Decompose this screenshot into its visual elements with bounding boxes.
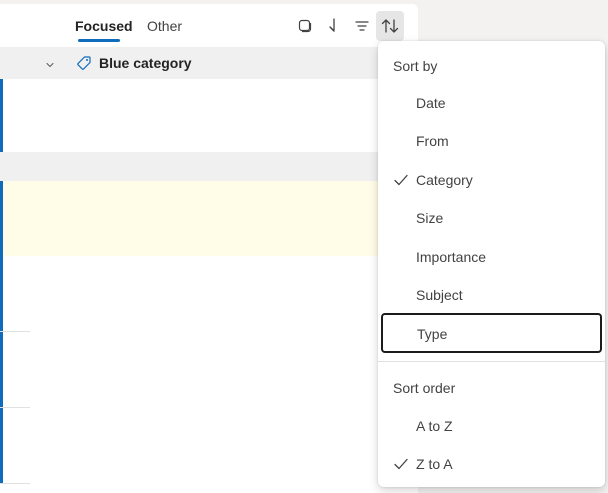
sort-by-date[interactable]: Date bbox=[381, 85, 602, 121]
sort-order-a-to-z[interactable]: A to Z bbox=[381, 408, 602, 444]
sort-by-importance[interactable]: Importance bbox=[381, 239, 602, 275]
group-header-blue-category[interactable]: Blue category bbox=[0, 47, 418, 79]
menu-item-label: Type bbox=[417, 326, 448, 342]
select-button[interactable] bbox=[293, 14, 317, 38]
tag-icon bbox=[76, 55, 92, 76]
chevron-down-icon[interactable] bbox=[45, 57, 55, 75]
jump-to-icon bbox=[325, 17, 341, 35]
row-divider bbox=[0, 483, 30, 484]
unread-indicator bbox=[0, 256, 3, 331]
menu-item-label: Size bbox=[416, 210, 444, 226]
menu-item-label: Date bbox=[416, 95, 446, 111]
sort-by-subject[interactable]: Subject bbox=[381, 277, 602, 313]
jump-to-button[interactable] bbox=[321, 14, 345, 38]
table-row[interactable] bbox=[0, 256, 418, 331]
sort-by-category[interactable]: Category bbox=[381, 162, 602, 198]
menu-item-label: Importance bbox=[416, 249, 487, 265]
group-header-row-left bbox=[0, 152, 30, 181]
menu-item-label: Category bbox=[416, 172, 473, 188]
group-header-row[interactable] bbox=[30, 152, 418, 181]
sort-by-from[interactable]: From bbox=[381, 123, 602, 159]
tab-focused-underline bbox=[78, 39, 120, 42]
table-row[interactable] bbox=[0, 408, 418, 483]
sort-by-type[interactable]: Type bbox=[381, 313, 602, 353]
sort-menu: Sort by Date From Category Size Importan… bbox=[378, 41, 605, 487]
table-row[interactable] bbox=[0, 181, 418, 256]
group-label: Blue category bbox=[99, 55, 192, 71]
message-list-panel: Focused Other Blue category bbox=[0, 4, 418, 493]
sort-button[interactable] bbox=[376, 11, 404, 41]
checkmark-icon bbox=[393, 173, 409, 190]
unread-indicator bbox=[0, 408, 3, 483]
menu-divider bbox=[378, 361, 605, 362]
tab-other[interactable]: Other bbox=[147, 18, 182, 34]
menu-item-label: Subject bbox=[416, 287, 463, 303]
sort-order-header: Sort order bbox=[393, 380, 456, 396]
sort-order-z-to-a[interactable]: Z to A bbox=[381, 446, 602, 482]
menu-item-label: A to Z bbox=[416, 418, 453, 434]
inbox-tabs-bar: Focused Other bbox=[0, 4, 418, 47]
filter-button[interactable] bbox=[350, 14, 374, 38]
unread-indicator bbox=[0, 332, 3, 407]
unread-indicator bbox=[0, 79, 3, 153]
unread-indicator bbox=[0, 181, 3, 256]
menu-item-label: Z to A bbox=[416, 456, 453, 472]
sort-icon bbox=[380, 17, 400, 35]
checkmark-icon bbox=[393, 457, 409, 474]
sort-by-size[interactable]: Size bbox=[381, 200, 602, 236]
table-row[interactable] bbox=[0, 332, 418, 407]
menu-item-label: From bbox=[416, 133, 449, 149]
select-icon bbox=[297, 18, 313, 34]
sort-by-header: Sort by bbox=[393, 58, 438, 74]
filter-icon bbox=[354, 18, 370, 34]
tab-focused[interactable]: Focused bbox=[75, 18, 133, 34]
